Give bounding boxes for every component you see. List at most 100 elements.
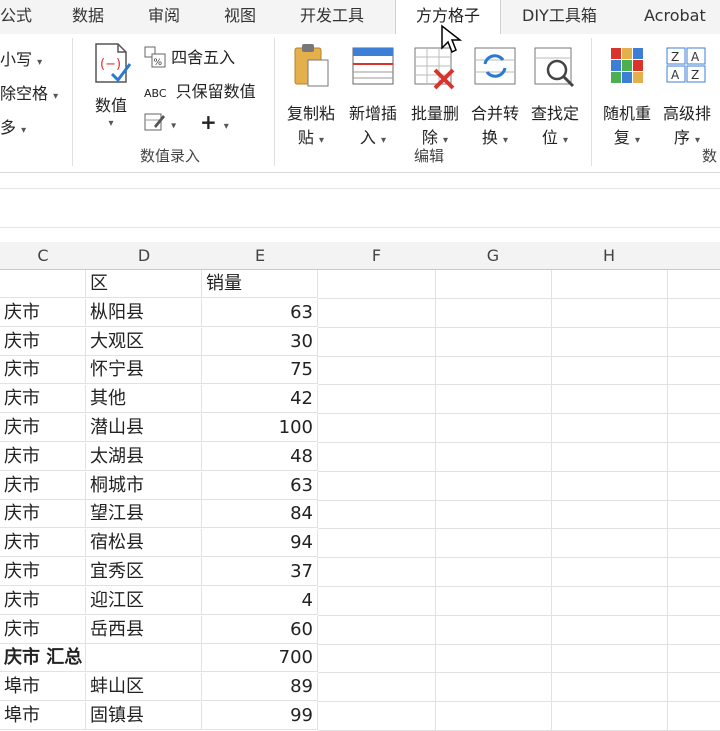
cell-g[interactable]	[435, 270, 552, 299]
cell-f[interactable]	[318, 414, 436, 443]
cell-c[interactable]: 庆市	[0, 472, 86, 500]
cell-f[interactable]	[318, 299, 436, 328]
cell-h[interactable]	[551, 529, 668, 558]
cell-i[interactable]	[667, 299, 720, 328]
cell-f[interactable]	[318, 529, 436, 558]
cell-g[interactable]	[435, 558, 552, 587]
find-locate-button[interactable]: 查找定 位 ▾	[524, 42, 586, 147]
cell-d[interactable]: 望江县	[86, 500, 202, 528]
cell-f[interactable]	[318, 500, 436, 529]
cell-e[interactable]: 48	[202, 443, 318, 471]
cell-e[interactable]: 89	[202, 673, 318, 701]
cell-f[interactable]	[318, 616, 436, 645]
cell-h[interactable]	[551, 356, 668, 385]
merge-convert-button[interactable]: 合并转 换 ▾	[464, 42, 526, 147]
cell-i[interactable]	[667, 472, 720, 501]
cell-e[interactable]: 63	[202, 472, 318, 500]
cell-h[interactable]	[551, 472, 668, 501]
tab-formulas[interactable]: 公式	[0, 0, 32, 34]
cell-i[interactable]	[667, 385, 720, 414]
cell-h[interactable]	[551, 616, 668, 645]
copy-paste-button[interactable]: 复制粘 贴 ▾	[280, 42, 342, 147]
cell-d[interactable]: 桐城市	[86, 472, 202, 500]
cell-i[interactable]	[667, 673, 720, 702]
cell-f[interactable]	[318, 385, 436, 414]
cell-f[interactable]	[318, 328, 436, 357]
cell-d[interactable]: 区	[86, 270, 202, 298]
keep-values-button[interactable]: ABC 只保留数值	[144, 78, 256, 102]
cell-d[interactable]	[86, 644, 202, 672]
cell-g[interactable]	[435, 443, 552, 472]
cell-g[interactable]	[435, 673, 552, 702]
cell-e[interactable]: 99	[202, 702, 318, 730]
cell-g[interactable]	[435, 529, 552, 558]
formula-bar[interactable]	[0, 188, 720, 228]
advanced-sort-button[interactable]: Z A A Z 高级排 序 ▾	[656, 42, 718, 147]
tab-developer[interactable]: 开发工具	[300, 0, 364, 34]
column-header-i[interactable]	[667, 242, 720, 270]
cell-i[interactable]	[667, 644, 720, 673]
cell-f[interactable]	[318, 472, 436, 501]
cell-g[interactable]	[435, 616, 552, 645]
cell-e[interactable]: 42	[202, 385, 318, 413]
cell-i[interactable]	[667, 328, 720, 357]
cell-f[interactable]	[318, 558, 436, 587]
cell-c[interactable]: 庆市	[0, 356, 86, 384]
cell-d[interactable]: 潜山县	[86, 414, 202, 442]
insert-button[interactable]: 新增插 入 ▾	[342, 42, 404, 147]
random-repeat-button[interactable]: 随机重 复 ▾	[596, 42, 658, 147]
cell-d[interactable]: 太湖县	[86, 443, 202, 471]
cell-c[interactable]: 庆市	[0, 587, 86, 615]
cell-h[interactable]	[551, 644, 668, 673]
cell-h[interactable]	[551, 414, 668, 443]
cell-f[interactable]	[318, 443, 436, 472]
tab-view[interactable]: 视图	[224, 0, 256, 34]
cell-g[interactable]	[435, 414, 552, 443]
cell-g[interactable]	[435, 644, 552, 673]
cell-c[interactable]: 庆市	[0, 558, 86, 586]
cell-h[interactable]	[551, 443, 668, 472]
cell-e[interactable]: 63	[202, 299, 318, 327]
cell-g[interactable]	[435, 702, 552, 731]
cell-c[interactable]: 庆市	[0, 500, 86, 528]
cell-e[interactable]: 94	[202, 529, 318, 557]
cell-g[interactable]	[435, 385, 552, 414]
cell-g[interactable]	[435, 299, 552, 328]
cell-c[interactable]: 庆市	[0, 328, 86, 356]
cell-h[interactable]	[551, 500, 668, 529]
cell-c[interactable]: 庆市	[0, 616, 86, 644]
cell-d[interactable]: 岳西县	[86, 616, 202, 644]
cell-d[interactable]: 蚌山区	[86, 673, 202, 701]
cell-f[interactable]	[318, 270, 436, 299]
cell-c[interactable]: 庆市	[0, 299, 86, 327]
tab-acrobat[interactable]: Acrobat	[644, 0, 706, 34]
cell-h[interactable]	[551, 270, 668, 299]
cell-i[interactable]	[667, 414, 720, 443]
cell-h[interactable]	[551, 299, 668, 328]
cell-f[interactable]	[318, 644, 436, 673]
cell-g[interactable]	[435, 356, 552, 385]
cell-c[interactable]	[0, 270, 86, 298]
column-header-e[interactable]: E	[202, 242, 319, 270]
cell-e[interactable]: 30	[202, 328, 318, 356]
cell-e[interactable]: 60	[202, 616, 318, 644]
cell-i[interactable]	[667, 270, 720, 299]
cell-f[interactable]	[318, 587, 436, 616]
more-button[interactable]: 多 ▾	[0, 114, 26, 138]
cell-i[interactable]	[667, 587, 720, 616]
cell-i[interactable]	[667, 356, 720, 385]
cell-c[interactable]: 埠市	[0, 702, 86, 730]
cell-g[interactable]	[435, 587, 552, 616]
cell-i[interactable]	[667, 558, 720, 587]
cell-d[interactable]: 宜秀区	[86, 558, 202, 586]
cell-h[interactable]	[551, 558, 668, 587]
cell-d[interactable]: 宿松县	[86, 529, 202, 557]
cell-e[interactable]: 100	[202, 414, 318, 442]
cell-e[interactable]: 37	[202, 558, 318, 586]
column-header-g[interactable]: G	[435, 242, 552, 270]
cell-f[interactable]	[318, 702, 436, 731]
cell-i[interactable]	[667, 500, 720, 529]
cell-c[interactable]: 庆市	[0, 443, 86, 471]
column-header-f[interactable]: F	[318, 242, 436, 270]
cell-d[interactable]: 其他	[86, 385, 202, 413]
